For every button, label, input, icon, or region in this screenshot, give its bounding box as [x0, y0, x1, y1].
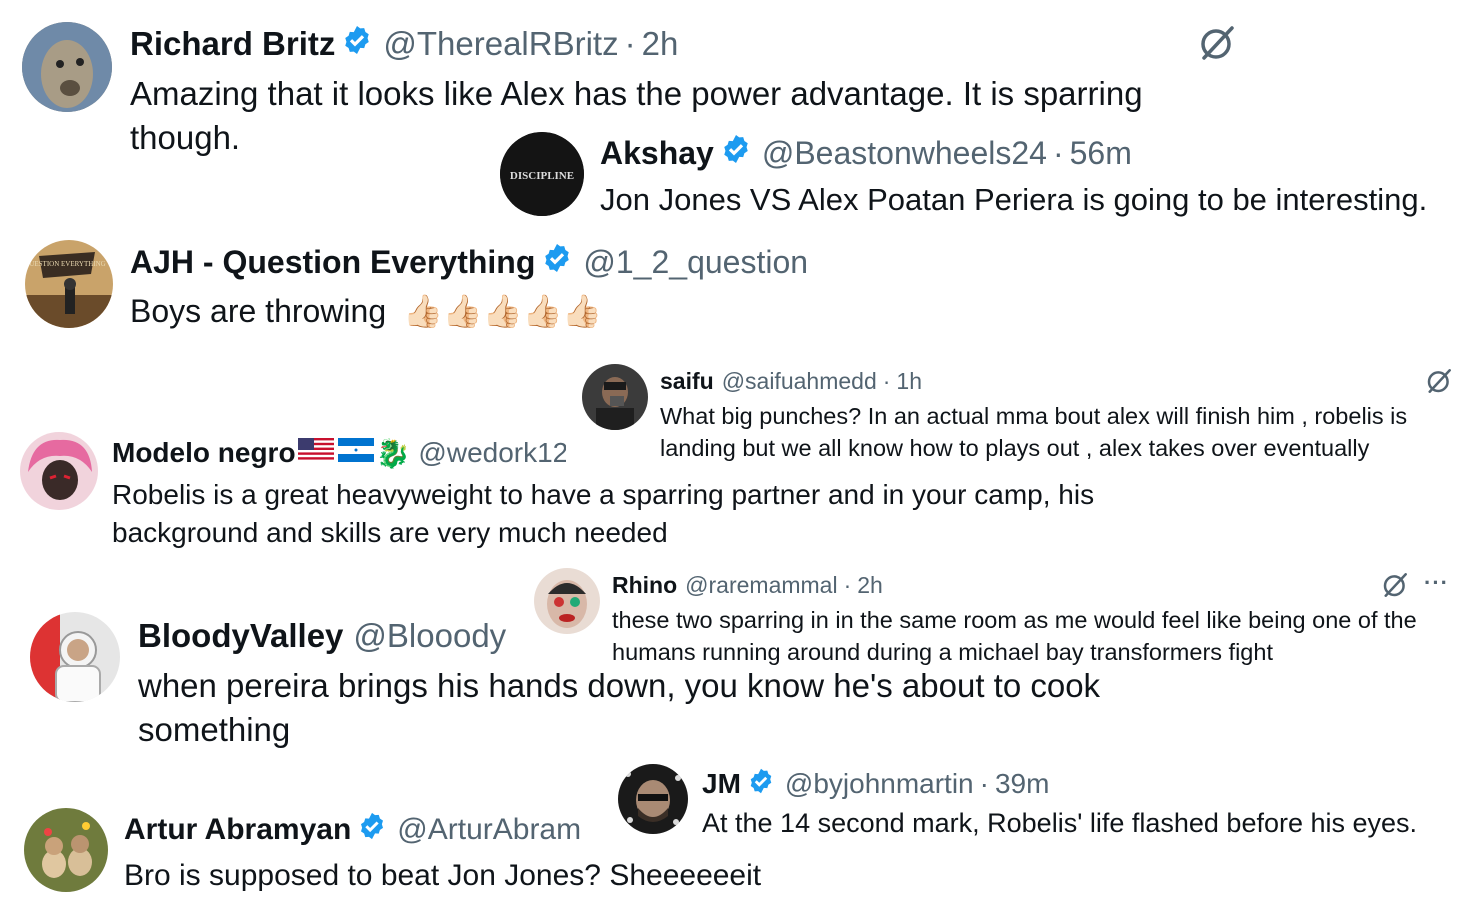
author-handle[interactable]: @saifuahmedd [722, 368, 877, 395]
timestamp[interactable]: 1h [896, 368, 922, 395]
author-name[interactable]: Akshay [600, 135, 714, 172]
verified-badge-icon [720, 133, 752, 173]
avatar[interactable]: DISCIPLINE [500, 132, 584, 216]
avatar[interactable] [22, 22, 112, 112]
tweet-header: Richard Britz @TherealRBritz · 2h [130, 22, 678, 66]
tweet-header: Akshay @Beastonwheels24 · 56m [600, 132, 1132, 174]
tweet-text-content: Boys are throwing [130, 293, 387, 329]
tweet-text: Bro is supposed to beat Jon Jones? Sheee… [124, 859, 762, 892]
tweet-header: Rhino @raremammal · 2h [612, 570, 883, 600]
honduras-flag-icon [337, 437, 374, 469]
tweet-text: What big punches? In an actual mma bout … [660, 403, 1408, 461]
author-handle[interactable]: @byjohnmartin [785, 768, 974, 800]
separator-dot: · [624, 25, 636, 62]
timestamp[interactable]: 2h [857, 572, 883, 599]
verified-badge-icon [541, 242, 573, 282]
tweet-header: AJH - Question Everything @1_2_question [130, 240, 808, 284]
avatar-text: DISCIPLINE [510, 170, 574, 182]
avatar[interactable] [534, 568, 600, 634]
tweet-header: JM @byjohnmartin · 39m [702, 766, 1049, 802]
tweet-text: Jon Jones VS Alex Poatan Periera is goin… [600, 182, 1428, 217]
avatar-text: QUESTION EVERYTHING [25, 260, 106, 268]
avatar[interactable] [30, 612, 120, 702]
grok-slash-icon[interactable] [1424, 366, 1454, 396]
avatar[interactable] [618, 764, 688, 834]
tweet-text: when pereira brings his hands down, you … [138, 667, 1101, 748]
author-name[interactable]: AJH - Question Everything [130, 244, 535, 281]
grok-slash-icon[interactable] [1196, 22, 1238, 64]
more-options-icon[interactable]: ··· [1424, 570, 1449, 596]
avatar[interactable] [582, 364, 648, 430]
author-name[interactable]: JM [702, 768, 741, 800]
separator-dot: · [1052, 134, 1064, 171]
tweet-header: BloodyValley @Blooody [138, 614, 506, 658]
author-name[interactable]: Modelo negro [112, 437, 296, 469]
tweet-text: Robelis is a great heavyweight to have a… [112, 479, 1095, 548]
timestamp[interactable]: 2h [642, 25, 679, 63]
tweet-text: these two sparring in in the same room a… [612, 607, 1417, 665]
grok-slash-icon[interactable] [1380, 570, 1410, 600]
author-name[interactable]: Rhino [612, 572, 677, 599]
author-handle[interactable]: @1_2_question [583, 244, 808, 281]
author-handle[interactable]: @raremammal [685, 572, 837, 599]
separator-dot: · [843, 571, 852, 598]
avatar[interactable] [20, 432, 98, 510]
author-name[interactable]: BloodyValley [138, 617, 343, 655]
verified-badge-icon [357, 811, 387, 849]
thumbs-up-emoji: 👍🏻👍🏻👍🏻👍🏻👍🏻 [403, 293, 603, 329]
author-handle[interactable]: @ArturAbram [397, 813, 581, 847]
tweet-header: Modelo negro 🐉 @wedork12 [112, 434, 566, 472]
author-name[interactable]: Artur Abramyan [124, 813, 351, 847]
timestamp[interactable]: 56m [1070, 135, 1132, 172]
tweet-header: saifu @saifuahmedd · 1h [660, 366, 922, 396]
avatar[interactable]: QUESTION EVERYTHING [25, 240, 113, 328]
author-name[interactable]: Richard Britz [130, 25, 335, 63]
author-handle[interactable]: @wedork12 [418, 437, 566, 469]
verified-badge-icon [747, 767, 775, 802]
avatar[interactable] [24, 808, 108, 892]
timestamp[interactable]: 39m [995, 768, 1049, 800]
separator-dot: · [979, 768, 989, 799]
separator-dot: · [882, 367, 891, 394]
dragon-emoji: 🐉 [375, 437, 411, 469]
us-flag-icon [297, 437, 334, 469]
author-name[interactable]: saifu [660, 368, 714, 395]
verified-badge-icon [341, 24, 373, 64]
author-handle[interactable]: @Blooody [353, 617, 506, 655]
author-handle[interactable]: @Beastonwheels24 [762, 135, 1047, 172]
author-handle[interactable]: @TherealRBritz [383, 25, 618, 63]
tweet-text: Boys are throwing 👍🏻👍🏻👍🏻👍🏻👍🏻 [130, 290, 602, 332]
tweet-text: At the 14 second mark, Robelis' life fla… [702, 808, 1418, 838]
tweet-header: Artur Abramyan @ArturAbram [124, 810, 581, 850]
